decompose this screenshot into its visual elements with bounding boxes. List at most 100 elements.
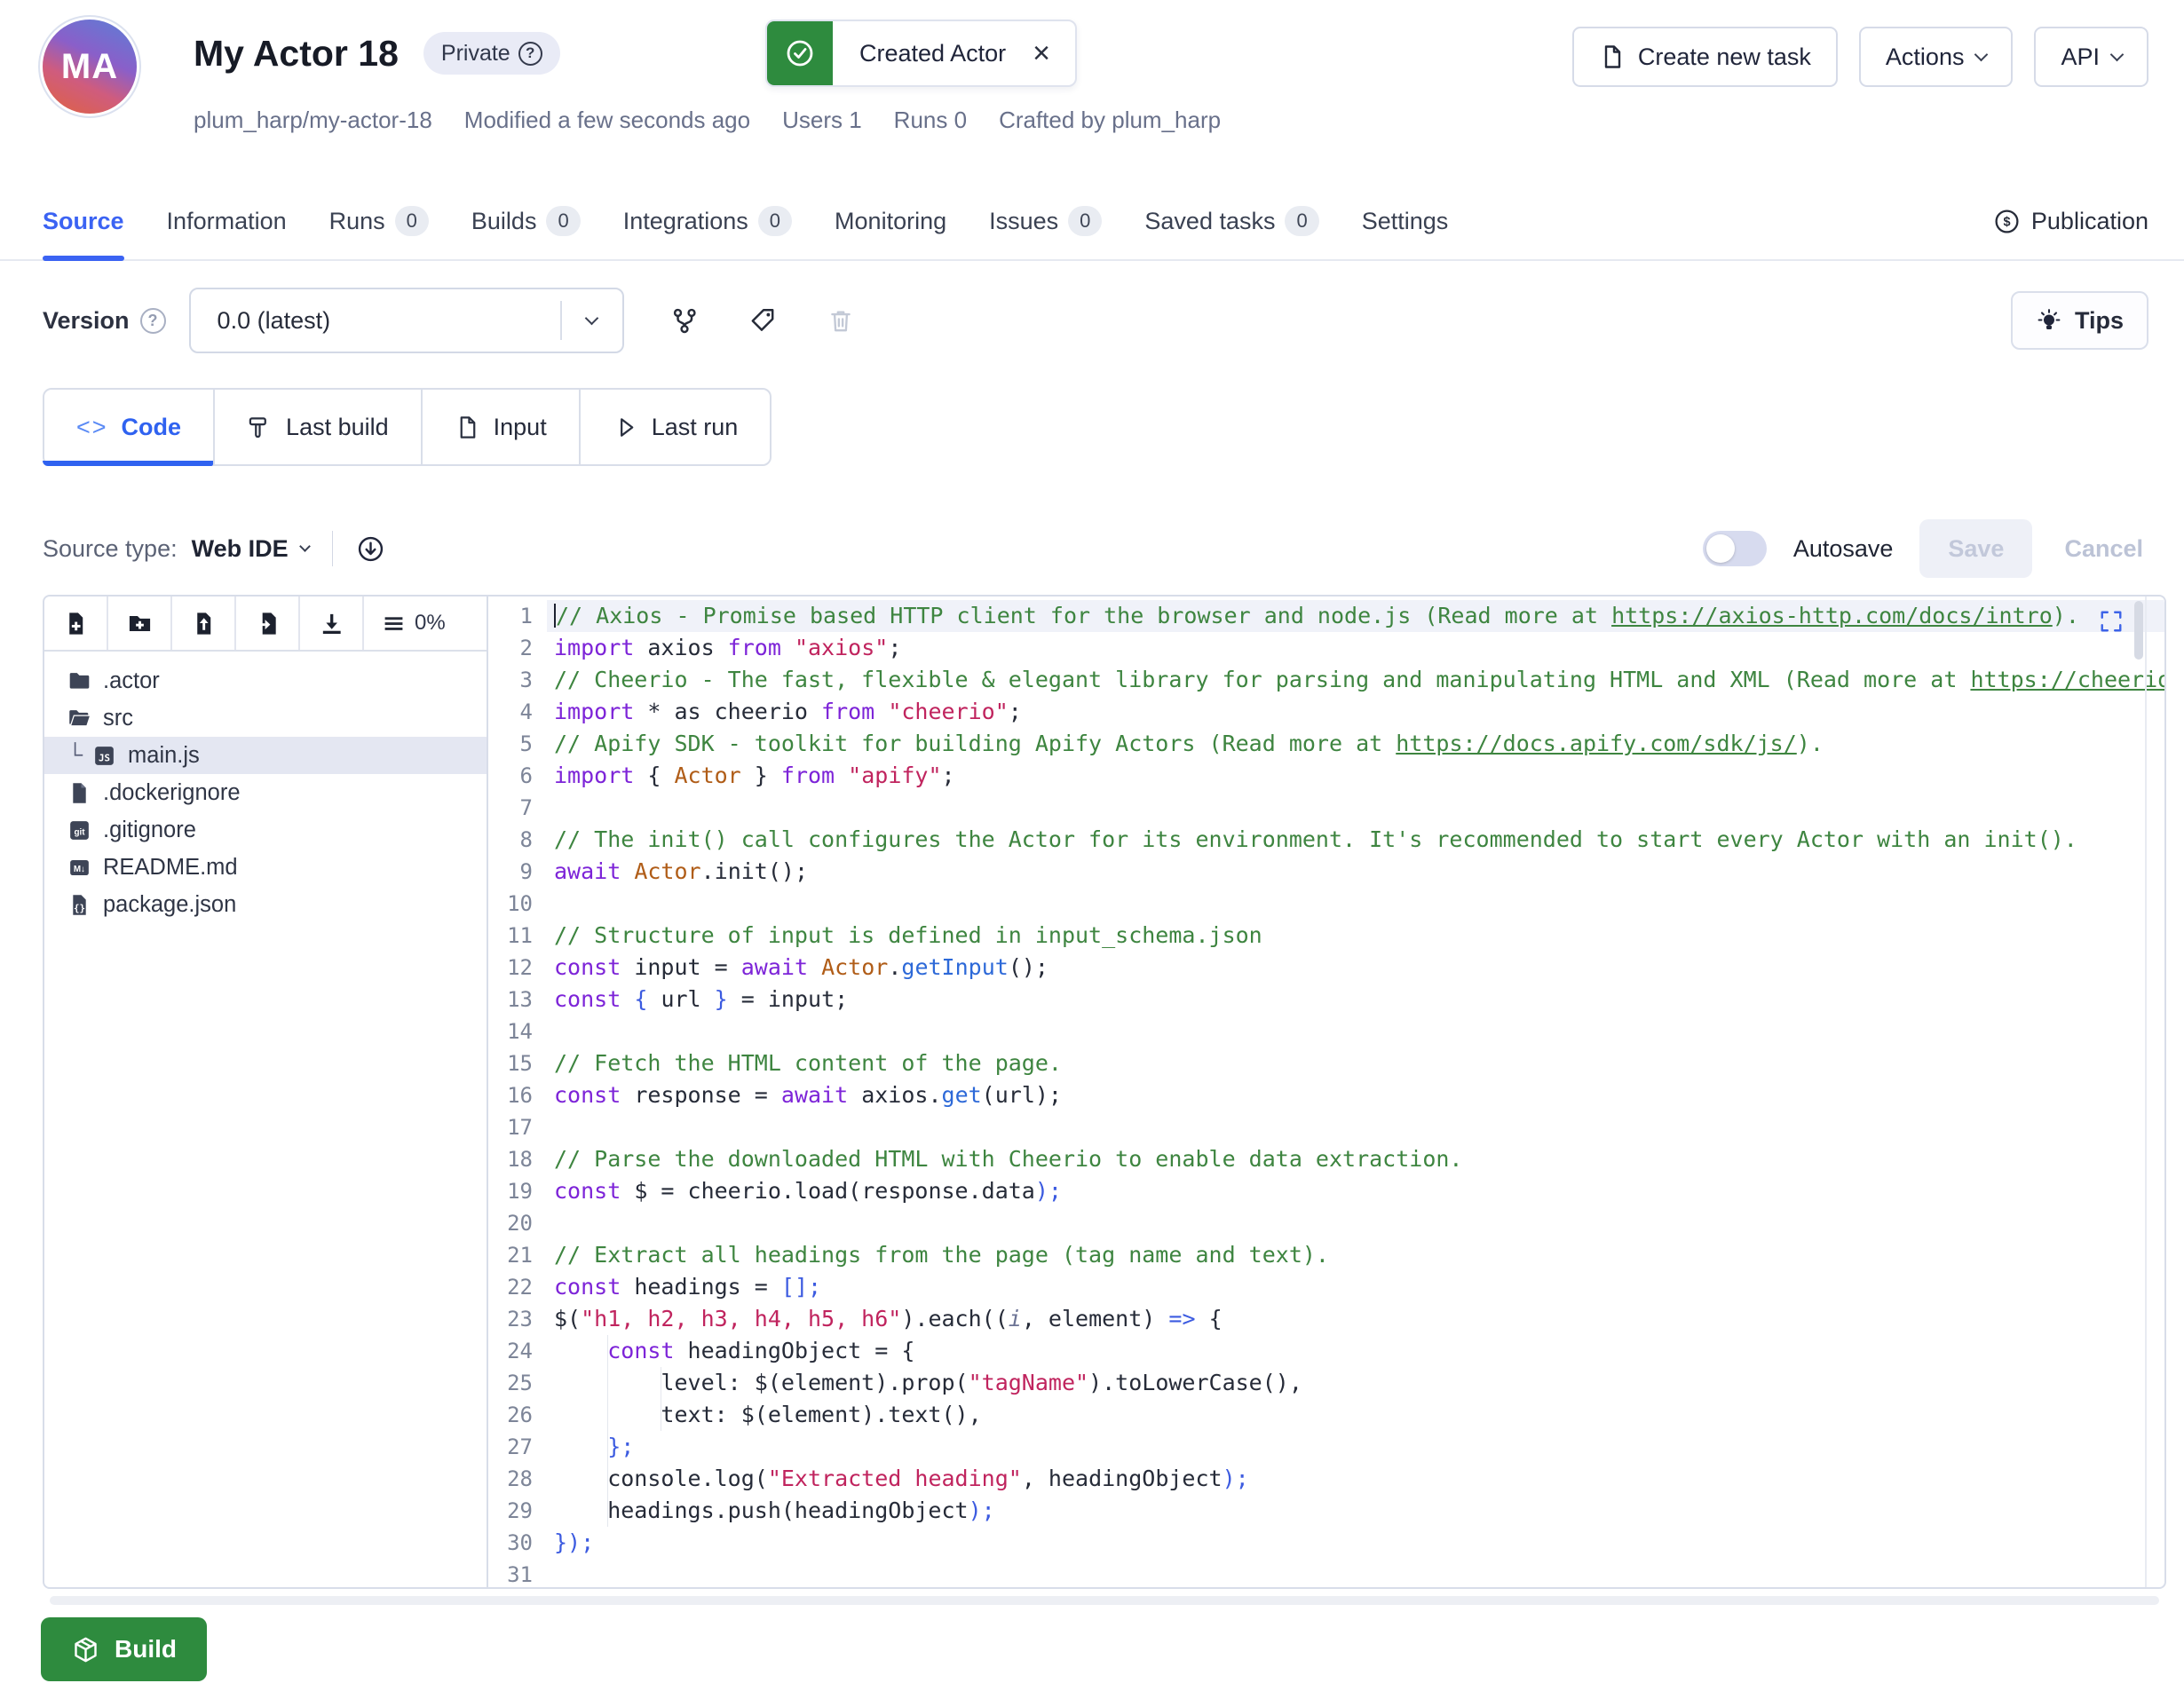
help-icon[interactable]: ? (518, 42, 542, 66)
save-button[interactable]: Save (1919, 519, 2032, 578)
code-line[interactable]: import { Actor } from "apify"; (547, 760, 2164, 792)
code-line[interactable] (547, 1015, 2164, 1047)
code-line[interactable]: console.log("Extracted heading", heading… (547, 1463, 2164, 1495)
indent-guide (607, 1335, 608, 1527)
code-line[interactable] (547, 792, 2164, 824)
tree-item-dockerignore[interactable]: .dockerignore (44, 774, 487, 811)
tree-item-README-md[interactable]: M↓README.md (44, 849, 487, 886)
code-line[interactable]: const headings = []; (547, 1271, 2164, 1303)
code-line[interactable]: const input = await Actor.getInput(); (547, 952, 2164, 984)
code-line[interactable]: }; (547, 1431, 2164, 1463)
visibility-badge-label: Private (441, 41, 510, 67)
code-line[interactable]: const headingObject = { (547, 1335, 2164, 1367)
upload-file-icon[interactable] (172, 597, 236, 650)
download-circle-icon[interactable] (356, 534, 385, 564)
code-line[interactable]: // Apify SDK - toolkit for building Apif… (547, 728, 2164, 760)
code-area[interactable]: // Axios - Promise based HTTP client for… (547, 597, 2164, 1587)
code-line[interactable]: // Extract all headings from the page (t… (547, 1239, 2164, 1271)
tab-monitoring[interactable]: Monitoring (835, 183, 946, 259)
subtab-label: Input (494, 414, 547, 441)
code-line[interactable]: // Structure of input is defined in inpu… (547, 920, 2164, 952)
tree-item-actor[interactable]: .actor (44, 662, 487, 699)
tab-runs[interactable]: Runs0 (329, 183, 429, 259)
code-line[interactable] (547, 1111, 2164, 1143)
tree-progress-value: 0% (415, 611, 446, 636)
build-button[interactable]: Build (41, 1617, 207, 1681)
actions-button[interactable]: Actions (1859, 27, 2014, 87)
code-line[interactable]: }); (547, 1527, 2164, 1559)
editor-save-controls: Autosave Save Cancel (1703, 519, 2148, 578)
tab-source[interactable]: Source (43, 183, 124, 259)
code-line[interactable]: import * as cheerio from "cheerio"; (547, 696, 2164, 728)
subtab-last-run[interactable]: Last run (579, 390, 771, 464)
code-line[interactable]: headings.push(headingObject); (547, 1495, 2164, 1527)
subtab-code[interactable]: <> Code (44, 390, 213, 464)
version-select[interactable]: 0.0 (latest) (189, 288, 624, 353)
api-button[interactable]: API (2034, 27, 2148, 87)
version-help-icon[interactable]: ? (140, 308, 166, 334)
code-line[interactable]: // Axios - Promise based HTTP client for… (547, 600, 2164, 632)
line-number: 8 (488, 824, 547, 856)
svg-text:$: $ (2003, 215, 2010, 229)
new-folder-icon[interactable] (108, 597, 172, 650)
line-number: 24 (488, 1335, 547, 1367)
package-icon (71, 1635, 100, 1664)
create-new-task-button[interactable]: Create new task (1572, 27, 1838, 87)
title-row: My Actor 18 Private ? (194, 32, 560, 75)
code-line[interactable]: // Fetch the HTML content of the page. (547, 1047, 2164, 1079)
create-new-task-label: Create new task (1638, 43, 1811, 71)
code-line[interactable]: import axios from "axios"; (547, 632, 2164, 664)
tips-button[interactable]: Tips (2011, 291, 2148, 350)
subtab-input[interactable]: Input (421, 390, 579, 464)
git-branch-icon[interactable] (670, 306, 699, 335)
tab-settings[interactable]: Settings (1362, 183, 1449, 259)
cancel-button[interactable]: Cancel (2059, 535, 2148, 563)
code-line[interactable]: const $ = cheerio.load(response.data); (547, 1175, 2164, 1207)
code-line[interactable]: // Cheerio - The fast, flexible & elegan… (547, 664, 2164, 696)
toast-message: Created Actor (833, 21, 1033, 85)
code-line[interactable] (547, 888, 2164, 920)
code-line[interactable]: // The init() call configures the Actor … (547, 824, 2164, 856)
tab-publication[interactable]: $ Publication (1993, 208, 2148, 235)
tab-issues[interactable]: Issues0 (989, 183, 1102, 259)
code-line[interactable]: // Parse the downloaded HTML with Cheeri… (547, 1143, 2164, 1175)
tab-count-badge: 0 (1285, 206, 1318, 236)
fullscreen-icon[interactable] (2099, 609, 2124, 634)
source-type-label: Source type: (43, 535, 178, 563)
tree-item-package-json[interactable]: {}package.json (44, 886, 487, 923)
tab-label: Source (43, 208, 124, 235)
import-file-icon[interactable] (236, 597, 300, 650)
document-icon (1599, 43, 1626, 70)
subtab-last-build[interactable]: Last build (213, 390, 421, 464)
tab-information[interactable]: Information (167, 183, 287, 259)
new-file-icon[interactable] (44, 597, 108, 650)
download-all-icon[interactable] (300, 597, 364, 650)
tab-builds[interactable]: Builds0 (471, 183, 581, 259)
tag-icon[interactable] (748, 306, 777, 335)
code-line[interactable] (547, 1207, 2164, 1239)
code-line[interactable]: await Actor.init(); (547, 856, 2164, 888)
tree-item-main-js[interactable]: └JSmain.js (44, 737, 487, 774)
subtab-label: Last run (652, 414, 739, 441)
source-type-value[interactable]: Web IDE (192, 535, 289, 563)
horizontal-scrollbar[interactable] (50, 1596, 2159, 1605)
tree-item-gitignore[interactable]: git.gitignore (44, 811, 487, 849)
toast-close-icon[interactable]: × (1033, 21, 1075, 85)
scrollbar-thumb[interactable] (2134, 601, 2143, 660)
tab-integrations[interactable]: Integrations0 (623, 183, 792, 259)
code-line[interactable]: const { url } = input; (547, 984, 2164, 1015)
tree-progress: 0% (364, 597, 463, 650)
hammer-icon (247, 415, 273, 440)
code-line[interactable]: text: $(element).text(), (547, 1399, 2164, 1431)
tab-label: Settings (1362, 208, 1449, 235)
tab-saved-tasks[interactable]: Saved tasks0 (1144, 183, 1318, 259)
autosave-toggle[interactable] (1703, 531, 1767, 566)
toast-notification: Created Actor × (765, 20, 1077, 87)
code-line[interactable] (547, 1559, 2164, 1587)
code-line[interactable]: const response = await axios.get(url); (547, 1079, 2164, 1111)
code-line[interactable]: level: $(element).prop("tagName").toLowe… (547, 1367, 2164, 1399)
code-line[interactable]: $("h1, h2, h3, h4, h5, h6").each((i, ele… (547, 1303, 2164, 1335)
tree-item-src[interactable]: src (44, 699, 487, 737)
tree-item-label: .dockerignore (103, 780, 241, 806)
editor-scrollbar[interactable] (2145, 597, 2147, 1587)
